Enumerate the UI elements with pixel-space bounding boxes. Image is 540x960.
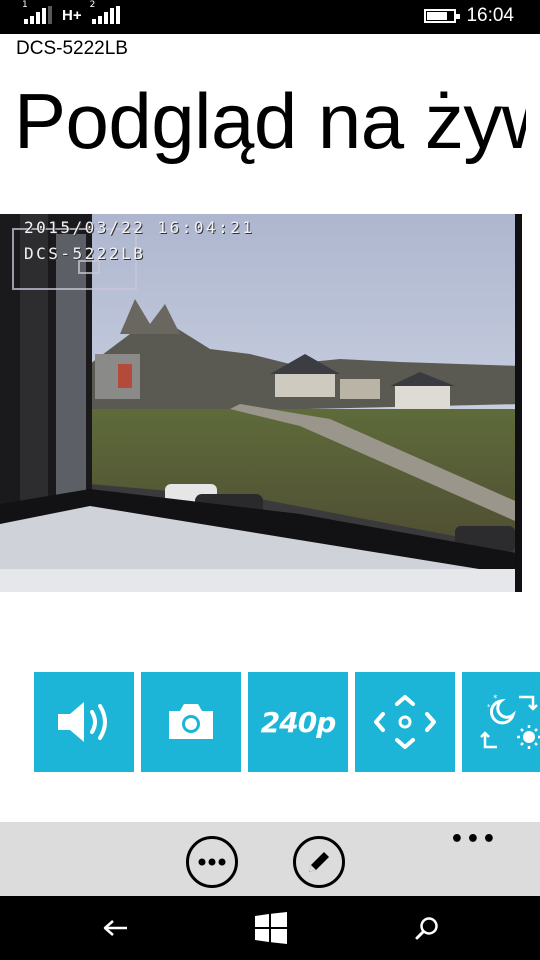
resolution-button[interactable]: 240p: [248, 672, 348, 772]
network-type: H+: [62, 6, 82, 24]
status-left: 1 H+ 2: [22, 0, 120, 24]
audio-toggle-button[interactable]: [34, 672, 134, 772]
search-icon: [415, 917, 438, 940]
ellipsis-circle-icon: [198, 858, 226, 866]
app-bar: •••: [0, 822, 540, 896]
back-arrow-icon: [103, 920, 127, 936]
resolution-label: 240p: [260, 705, 336, 739]
pan-tilt-button[interactable]: [355, 672, 455, 772]
speaker-icon: [58, 702, 107, 742]
osd-timestamp: 2015/03/22 16:04:21: [24, 218, 255, 237]
edit-button[interactable]: [293, 836, 345, 888]
svg-text:*: *: [487, 703, 491, 711]
status-bar: 1 H+ 2 16:04: [0, 0, 540, 34]
navigation-bar: [0, 896, 540, 960]
day-night-icon: * *: [480, 694, 540, 749]
battery-icon: [424, 9, 461, 23]
snapshot-button[interactable]: [141, 672, 241, 772]
page-title: Podgląd na żywo: [14, 77, 526, 165]
windows-logo-icon: [255, 912, 287, 944]
camera-icon: [169, 704, 213, 739]
pan-tilt-arrows-icon: [374, 695, 436, 749]
pencil-icon: [309, 852, 329, 872]
signal-strength-sim1-icon: 1: [22, 0, 52, 24]
osd-camera-name: DCS-5222LB: [24, 244, 146, 263]
day-night-button[interactable]: * *: [462, 672, 540, 772]
clock: 16:04: [466, 5, 514, 26]
device-name: DCS-5222LB: [16, 38, 128, 59]
status-right: 16:04: [424, 5, 514, 27]
more-options-button[interactable]: [186, 836, 238, 888]
live-video-view[interactable]: 2015/03/22 16:04:21 DCS-5222LB: [0, 214, 522, 592]
sim2-label: 2: [89, 0, 96, 10]
app-bar-overflow-button[interactable]: •••: [450, 829, 498, 851]
back-button[interactable]: [100, 910, 130, 946]
signal-strength-sim2-icon: 2: [90, 0, 120, 24]
control-tiles: 240p * *: [34, 672, 540, 772]
sim1-label: 1: [22, 0, 28, 10]
search-button[interactable]: [412, 910, 442, 946]
svg-text:*: *: [493, 694, 498, 704]
start-button[interactable]: [253, 910, 289, 946]
